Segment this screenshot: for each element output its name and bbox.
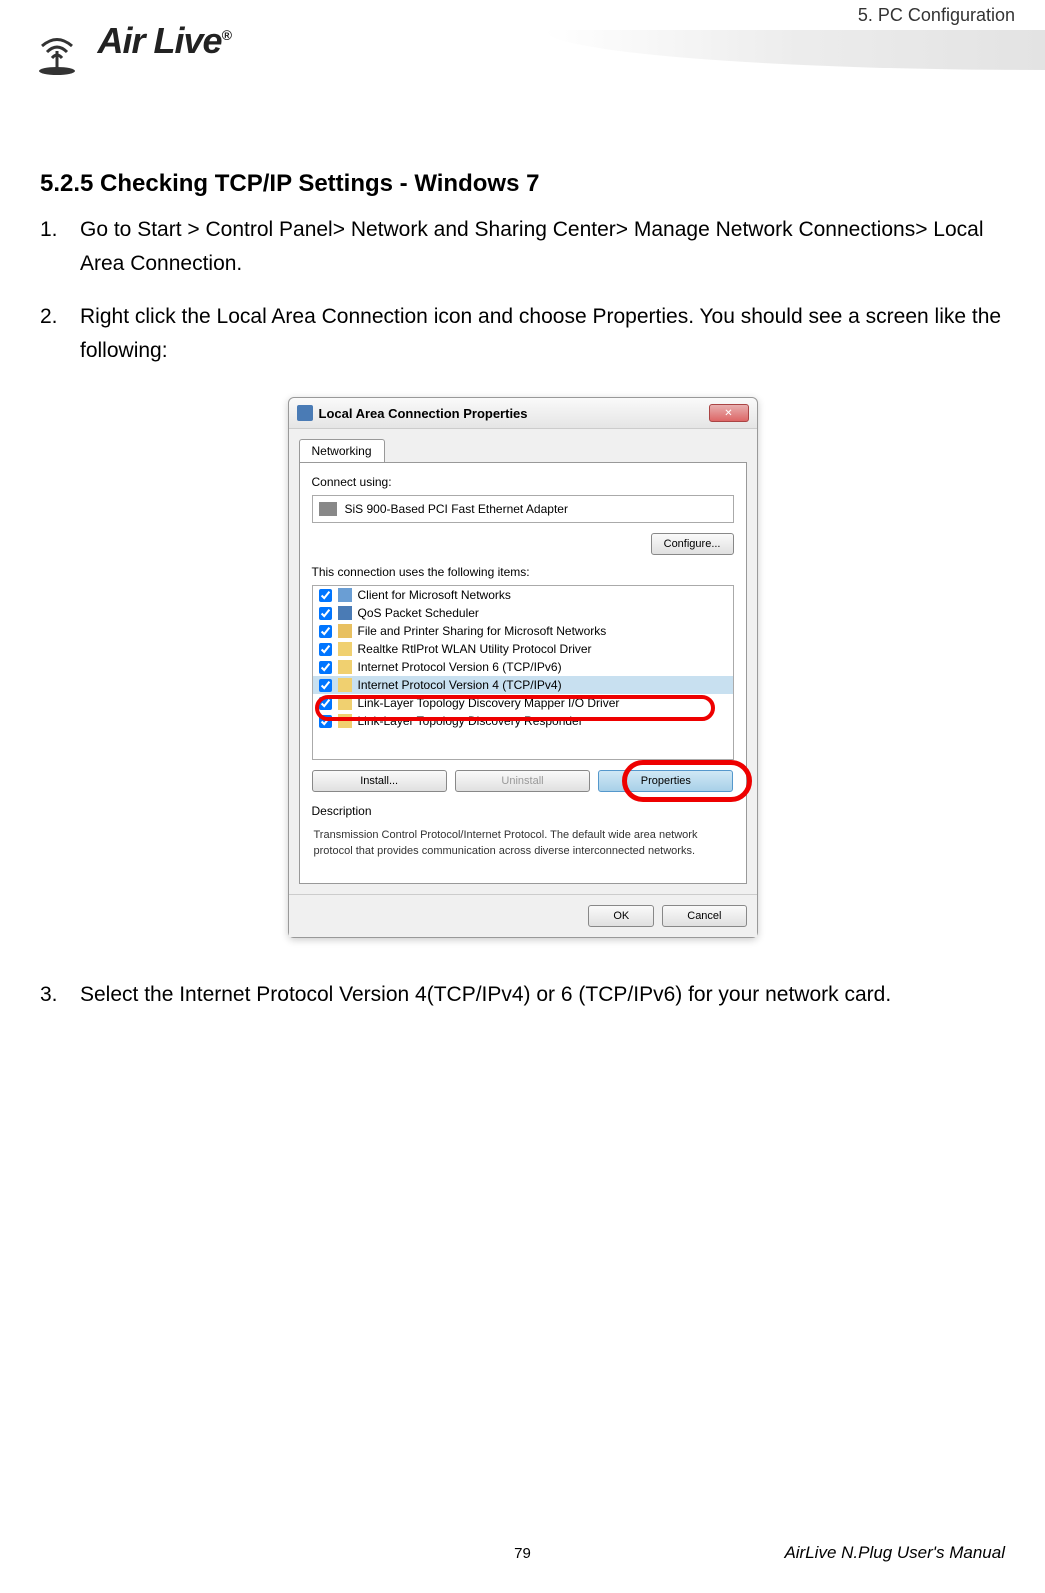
registered-mark: ® (222, 27, 231, 43)
list-item[interactable]: Internet Protocol Version 6 (TCP/IPv6) (313, 658, 733, 676)
tab-networking[interactable]: Networking (299, 439, 385, 462)
chapter-label: 5. PC Configuration (858, 5, 1015, 26)
file-sharing-icon (338, 624, 352, 638)
close-icon: ✕ (724, 408, 732, 419)
item-checkbox[interactable] (319, 715, 332, 728)
protocol-icon (338, 678, 352, 692)
item-checkbox[interactable] (319, 643, 332, 656)
dialog-title: Local Area Connection Properties (319, 406, 528, 421)
protocol-icon (338, 714, 352, 728)
configure-button[interactable]: Configure... (651, 533, 734, 555)
wifi-icon (30, 21, 85, 76)
items-label: This connection uses the following items… (312, 565, 734, 579)
item-label: Internet Protocol Version 4 (TCP/IPv4) (358, 678, 562, 692)
item-checkbox[interactable] (319, 697, 332, 710)
item-label: Client for Microsoft Networks (358, 588, 511, 602)
header-swoosh (545, 30, 1045, 70)
step-item: 1. Go to Start > Control Panel> Network … (40, 213, 1005, 280)
protocol-icon (338, 696, 352, 710)
list-item[interactable]: File and Printer Sharing for Microsoft N… (313, 622, 733, 640)
cancel-button[interactable]: Cancel (662, 905, 746, 927)
list-item[interactable]: Client for Microsoft Networks (313, 586, 733, 604)
logo-brand: Air Live (97, 20, 221, 61)
item-label: File and Printer Sharing for Microsoft N… (358, 624, 607, 638)
item-checkbox[interactable] (319, 679, 332, 692)
client-icon (338, 588, 352, 602)
step-text: Select the Internet Protocol Version 4(T… (80, 978, 1005, 1012)
dialog-titlebar: Local Area Connection Properties ✕ (289, 398, 757, 429)
list-item[interactable]: Realtke RtlProt WLAN Utility Protocol Dr… (313, 640, 733, 658)
list-item[interactable]: Link-Layer Topology Discovery Responder (313, 712, 733, 730)
item-checkbox[interactable] (319, 625, 332, 638)
item-label: Realtke RtlProt WLAN Utility Protocol Dr… (358, 642, 592, 656)
logo-text: Air Live® (97, 20, 230, 61)
protocol-icon (338, 660, 352, 674)
item-label: QoS Packet Scheduler (358, 606, 479, 620)
item-label: Internet Protocol Version 6 (TCP/IPv6) (358, 660, 562, 674)
step-item: 2. Right click the Local Area Connection… (40, 300, 1005, 367)
adapter-icon (319, 502, 337, 516)
scheduler-icon (338, 606, 352, 620)
list-item-selected[interactable]: Internet Protocol Version 4 (TCP/IPv4) (313, 676, 733, 694)
step-item: 3. Select the Internet Protocol Version … (40, 978, 1005, 1012)
page-number: 79 (514, 1545, 531, 1562)
logo-area: Air Live® (30, 20, 231, 76)
step-number: 2. (40, 300, 80, 367)
manual-label: AirLive N.Plug User's Manual (784, 1543, 1005, 1563)
step-text: Go to Start > Control Panel> Network and… (80, 213, 1005, 280)
items-list[interactable]: Client for Microsoft Networks QoS Packet… (312, 585, 734, 760)
step-number: 1. (40, 213, 80, 280)
step-number: 3. (40, 978, 80, 1012)
item-label: Link-Layer Topology Discovery Responder (358, 714, 583, 728)
section-heading: 5.2.5 Checking TCP/IP Settings - Windows… (40, 170, 1005, 198)
item-checkbox[interactable] (319, 589, 332, 602)
description-label: Description (312, 804, 734, 818)
list-item[interactable]: QoS Packet Scheduler (313, 604, 733, 622)
network-icon (297, 405, 313, 421)
adapter-box: SiS 900-Based PCI Fast Ethernet Adapter (312, 495, 734, 523)
item-checkbox[interactable] (319, 661, 332, 674)
item-label: Link-Layer Topology Discovery Mapper I/O… (358, 696, 620, 710)
properties-button[interactable]: Properties (598, 770, 733, 792)
ok-button[interactable]: OK (588, 905, 654, 927)
uninstall-button[interactable]: Uninstall (455, 770, 590, 792)
close-button[interactable]: ✕ (709, 404, 749, 422)
list-item[interactable]: Link-Layer Topology Discovery Mapper I/O… (313, 694, 733, 712)
connect-using-label: Connect using: (312, 475, 734, 489)
properties-dialog: Local Area Connection Properties ✕ Netwo… (288, 397, 758, 938)
install-button[interactable]: Install... (312, 770, 447, 792)
description-text: Transmission Control Protocol/Internet P… (312, 824, 734, 863)
step-text: Right click the Local Area Connection ic… (80, 300, 1005, 367)
adapter-name: SiS 900-Based PCI Fast Ethernet Adapter (345, 502, 568, 516)
item-checkbox[interactable] (319, 607, 332, 620)
protocol-icon (338, 642, 352, 656)
